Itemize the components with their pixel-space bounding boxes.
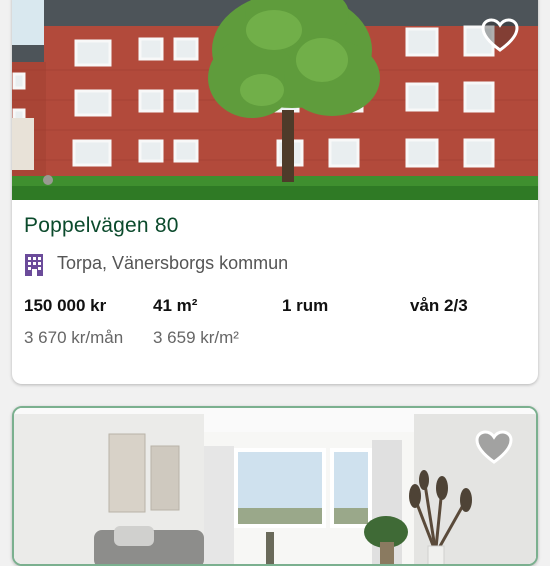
listing-photo[interactable] — [14, 408, 536, 564]
favorite-button[interactable] — [474, 428, 514, 468]
building-icon — [25, 254, 43, 276]
listing-price-per-sqm: 3 659 kr/m² — [153, 328, 239, 347]
listing-area: 41 m² — [153, 296, 198, 315]
listing-monthly-fee: 3 670 kr/mån — [24, 328, 124, 347]
living-room-photo — [14, 408, 536, 564]
location-text: Torpa, Vänersborgs kommun — [57, 253, 289, 273]
favorite-button[interactable] — [480, 16, 520, 56]
listing-rooms: 1 rum — [282, 296, 329, 315]
listing-price: 150 000 kr — [24, 296, 107, 315]
listing-photo[interactable] — [12, 0, 538, 200]
listing-floor: vån 2/3 — [410, 296, 468, 315]
listing-card[interactable] — [12, 406, 538, 566]
listing-card[interactable]: Poppelvägen 80 Torpa, Vänersborgs kommun… — [12, 0, 538, 384]
brick-building-photo — [12, 0, 538, 200]
heart-icon — [475, 430, 513, 464]
listing-title[interactable]: Poppelvägen 80 — [24, 214, 179, 238]
heart-icon — [481, 18, 519, 52]
